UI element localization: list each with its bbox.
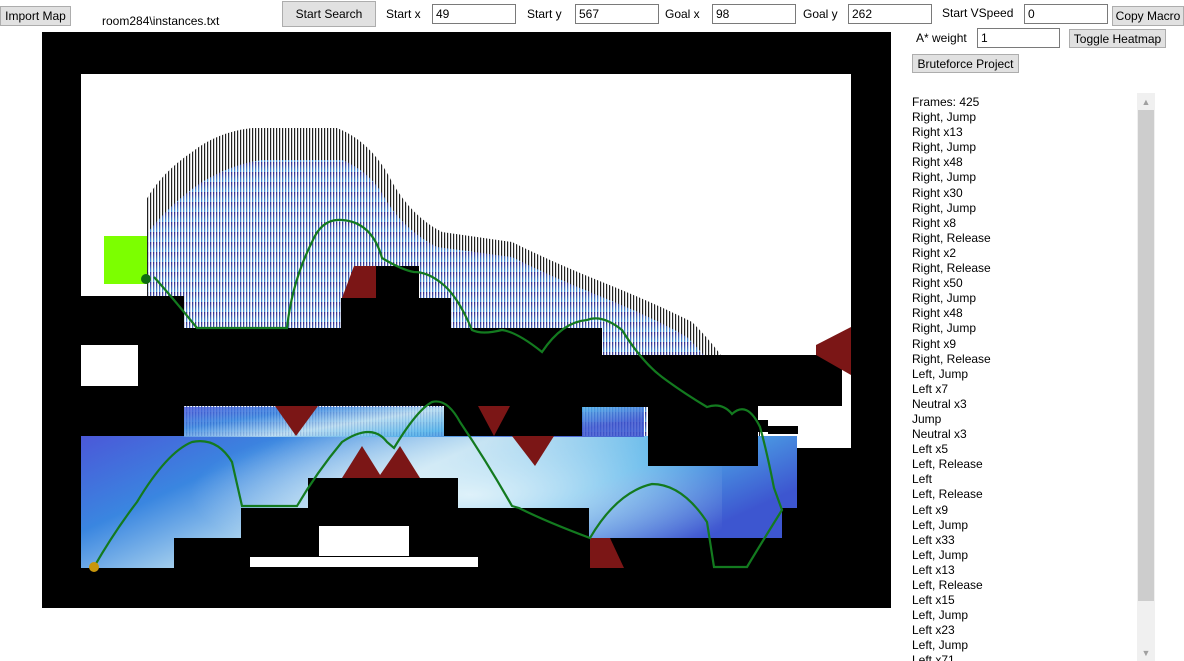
start-vspeed-field[interactable] xyxy=(1024,4,1108,24)
start-marker xyxy=(89,562,99,572)
goal-x-label: Goal x xyxy=(665,7,700,21)
macro-line: Left x5 xyxy=(912,442,949,457)
macro-line: Right x50 xyxy=(912,276,963,291)
macro-line: Left, Release xyxy=(912,578,983,592)
macro-line: Right x48 xyxy=(912,306,963,321)
map-file-label: room284\instances.txt xyxy=(102,14,220,28)
white-gap-2 xyxy=(319,526,409,556)
bruteforce-project-button[interactable]: Bruteforce Project xyxy=(912,54,1019,73)
goal-y-field[interactable] xyxy=(848,4,932,24)
astar-weight-field[interactable] xyxy=(977,28,1060,48)
macro-line: Right, Jump xyxy=(912,170,977,185)
macro-line: Right, Jump xyxy=(912,291,977,306)
macro-line: Left x23 xyxy=(912,623,955,638)
macro-line: Right x9 xyxy=(912,336,957,351)
goal-x-field[interactable] xyxy=(712,4,796,24)
macro-line: Right x13 xyxy=(912,125,963,140)
macro-line: Left, Jump xyxy=(912,517,969,532)
start-vspeed-label: Start VSpeed xyxy=(942,6,1014,20)
macro-line: Left, Release xyxy=(912,487,983,502)
macro-output-list[interactable]: Frames: 425 Right, Jump Right x13 Right, Ju… xyxy=(912,95,1134,661)
map-canvas[interactable] xyxy=(42,32,891,608)
macro-line: Left, Jump xyxy=(912,547,969,562)
toggle-heatmap-button[interactable]: Toggle Heatmap xyxy=(1069,29,1166,48)
macro-line: Jump xyxy=(912,411,942,426)
goal-marker xyxy=(141,274,151,284)
macro-line: Right, Release xyxy=(912,351,991,366)
macro-line: Neutral x3 xyxy=(912,396,967,411)
goal-y-label: Goal y xyxy=(803,7,838,21)
macro-line: Right, Jump xyxy=(912,140,977,155)
macro-line: Right x8 xyxy=(912,215,957,230)
macro-line: Left x7 xyxy=(912,381,949,396)
macro-line: Left x13 xyxy=(912,562,955,577)
macro-line: Frames: 425 xyxy=(912,95,980,109)
astar-weight-label: A* weight xyxy=(916,31,967,45)
macro-line: Right, Jump xyxy=(912,321,977,336)
start-x-field[interactable] xyxy=(432,4,516,24)
macro-line: Left, Jump xyxy=(912,608,969,623)
start-y-field[interactable] xyxy=(575,4,659,24)
macro-line: Right x30 xyxy=(912,185,963,200)
goal-block xyxy=(104,236,147,284)
macro-line: Right, Release xyxy=(912,230,991,245)
start-search-button[interactable]: Start Search xyxy=(282,1,376,27)
macro-line: Left xyxy=(912,472,933,487)
macro-line: Right x48 xyxy=(912,155,963,170)
macro-line: Left, Jump xyxy=(912,638,969,653)
macro-line: Left x15 xyxy=(912,593,955,608)
output-scrollbar[interactable]: ▲ ▼ xyxy=(1137,93,1155,661)
macro-line: Right, Jump xyxy=(912,200,977,215)
import-map-button[interactable]: Import Map xyxy=(0,6,71,26)
scroll-down-arrow-icon[interactable]: ▼ xyxy=(1137,644,1155,661)
macro-line: Neutral x3 xyxy=(912,427,967,442)
start-x-label: Start x xyxy=(386,7,421,21)
macro-line: Right x2 xyxy=(912,245,957,260)
white-gap-1 xyxy=(81,345,138,386)
macro-line: Right, Release xyxy=(912,261,991,276)
scroll-up-arrow-icon[interactable]: ▲ xyxy=(1137,93,1155,110)
macro-line: Right, Jump xyxy=(912,110,977,125)
start-y-label: Start y xyxy=(527,7,562,21)
scroll-thumb[interactable] xyxy=(1138,110,1154,601)
copy-macro-button[interactable]: Copy Macro xyxy=(1112,6,1184,26)
macro-line: Left, Release xyxy=(912,457,983,472)
macro-line: Left x71 xyxy=(912,653,955,661)
macro-line: Left x33 xyxy=(912,532,955,547)
macro-line: Left x9 xyxy=(912,502,949,517)
macro-line: Left, Jump xyxy=(912,366,969,381)
white-gap-3 xyxy=(250,557,478,567)
